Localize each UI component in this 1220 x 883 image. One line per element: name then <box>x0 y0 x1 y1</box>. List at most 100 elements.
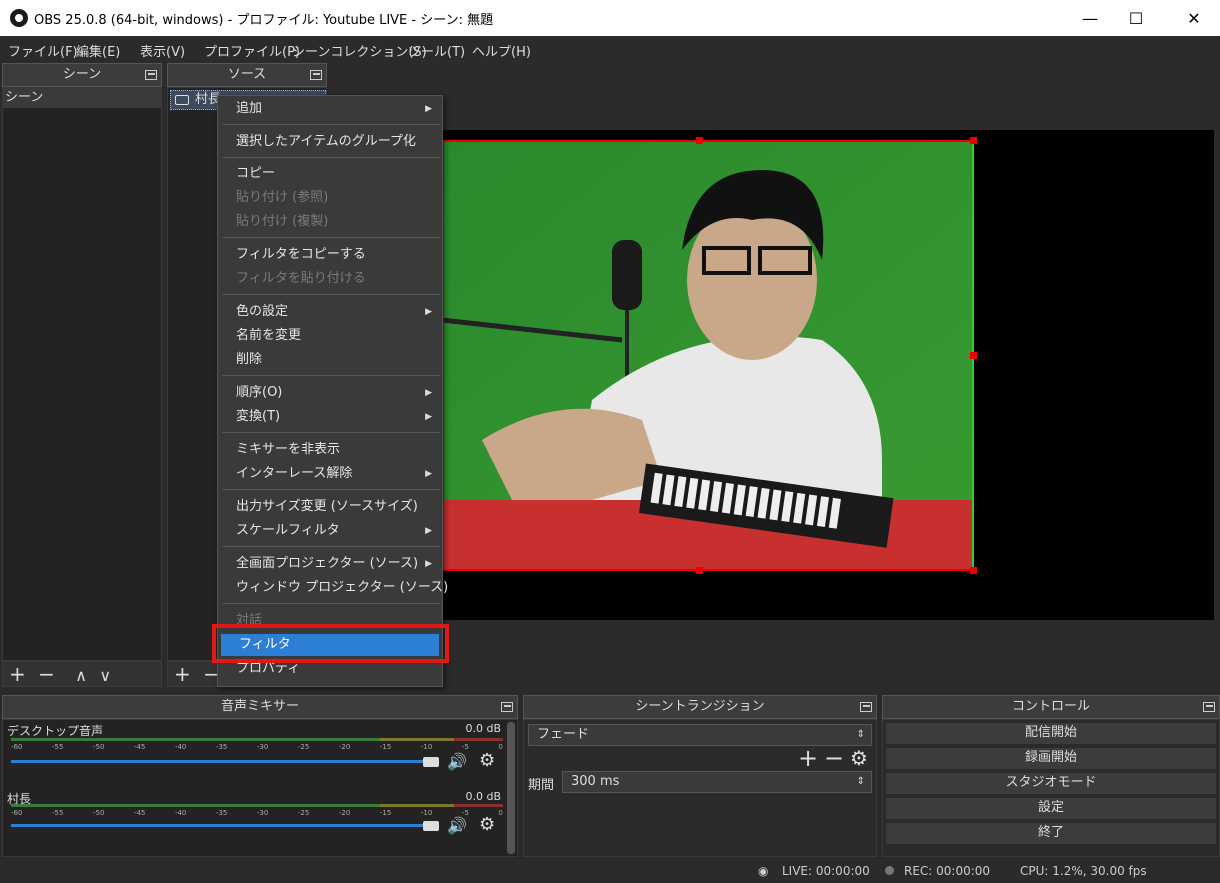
menu-item-resize-output[interactable]: 出力サイズ変更 (ソースサイズ) <box>218 496 442 518</box>
gear-icon[interactable]: ⚙ <box>479 814 495 835</box>
scale-tick: -40 <box>174 743 187 751</box>
volume-slider-knob[interactable] <box>423 821 439 831</box>
context-menu: 追加 ▶ 選択したアイテムのグループ化 コピー 貼り付け (参照) 貼り付け (複… <box>217 95 448 687</box>
add-scene-button[interactable]: + <box>9 662 26 686</box>
mixer-scrollbar[interactable] <box>507 722 515 854</box>
menu-file[interactable]: ファイル(F) <box>8 41 78 60</box>
transition-value: フェード <box>537 727 590 742</box>
scale-tick: -10 <box>420 809 433 817</box>
close-button[interactable]: ✕ <box>1168 0 1220 36</box>
submenu-arrow-icon: ▶ <box>425 559 432 569</box>
submenu-arrow-icon: ▶ <box>425 469 432 479</box>
remove-scene-button[interactable]: − <box>38 662 55 686</box>
scale-tick: -55 <box>51 809 64 817</box>
scale-tick: -15 <box>379 743 392 751</box>
speaker-icon[interactable]: 🔊 <box>447 752 467 771</box>
undock-icon[interactable] <box>145 70 157 80</box>
speaker-icon[interactable]: 🔊 <box>447 816 467 835</box>
undock-icon[interactable] <box>860 702 872 712</box>
menu-item-scale-filter[interactable]: スケールフィルタ ▶ <box>218 520 442 542</box>
menu-label: 順序(O) <box>236 385 283 400</box>
mixer-header: 音声ミキサー <box>2 695 518 719</box>
scene-item[interactable]: シーン <box>3 88 161 108</box>
scenes-title: シーン <box>62 67 102 82</box>
undock-icon[interactable] <box>501 702 513 712</box>
menu-item-color[interactable]: 色の設定 ▶ <box>218 301 442 323</box>
minimize-button[interactable]: — <box>1064 0 1116 36</box>
submenu-arrow-icon: ▶ <box>425 307 432 317</box>
menu-scene-collection[interactable]: シーンコレクション(S) <box>292 41 427 60</box>
menu-item-hide-mixer[interactable]: ミキサーを非表示 <box>218 439 442 461</box>
move-down-icon[interactable]: ∨ <box>99 666 111 685</box>
menu-item-transform[interactable]: 変換(T) ▶ <box>218 406 442 428</box>
scale-tick: -60 <box>11 809 23 817</box>
resize-handle[interactable] <box>970 567 977 574</box>
meter-scale: -60 -55 -50 -45 -40 -35 -30 -25 -20 -15 -10 -5 0 <box>11 743 503 751</box>
submenu-arrow-icon: ▶ <box>425 526 432 536</box>
duration-spinbox[interactable]: 300 ms ⇕ <box>562 771 872 793</box>
resize-handle[interactable] <box>696 137 703 144</box>
audio-mixer-dock: 音声ミキサー デスクトップ音声 0.0 dB -60 -55 -50 -45 -40 -3… <box>2 695 518 860</box>
scale-tick: -15 <box>379 809 392 817</box>
volume-slider-knob[interactable] <box>423 757 439 767</box>
add-source-button[interactable]: + <box>174 662 191 686</box>
maximize-button[interactable]: ☐ <box>1110 0 1162 36</box>
settings-button[interactable]: 設定 <box>885 797 1217 820</box>
broadcast-icon: ◉ <box>758 864 769 878</box>
menu-profile[interactable]: プロファイル(P) <box>204 41 300 60</box>
separator <box>222 375 440 376</box>
remove-transition-button[interactable]: − <box>824 744 844 772</box>
transition-select[interactable]: フェード ⇕ <box>528 724 872 746</box>
separator <box>222 489 440 490</box>
menu-item-copy-filters[interactable]: フィルタをコピーする <box>218 244 442 266</box>
move-up-icon[interactable]: ∧ <box>75 666 87 685</box>
add-transition-button[interactable]: + <box>798 744 818 772</box>
submenu-arrow-icon: ▶ <box>425 412 432 422</box>
menu-help[interactable]: ヘルプ(H) <box>472 41 531 60</box>
menu-item-group[interactable]: 選択したアイテムのグループ化 <box>218 131 442 153</box>
menu-item-fullscreen-projector[interactable]: 全画面プロジェクター (ソース) ▶ <box>218 553 442 575</box>
camera-feed <box>442 140 974 571</box>
scale-tick: -35 <box>215 743 228 751</box>
menu-view[interactable]: 表示(V) <box>140 41 185 60</box>
menu-item-order[interactable]: 順序(O) ▶ <box>218 382 442 404</box>
undock-icon[interactable] <box>1203 702 1215 712</box>
controls-header: コントロール <box>882 695 1220 719</box>
menu-item-rename[interactable]: 名前を変更 <box>218 325 442 347</box>
scale-tick: -25 <box>297 743 310 751</box>
resize-handle[interactable] <box>970 137 977 144</box>
start-recording-button[interactable]: 録画開始 <box>885 747 1217 770</box>
start-streaming-button[interactable]: 配信開始 <box>885 722 1217 745</box>
controls-body: 配信開始 録画開始 スタジオモード 設定 終了 <box>882 719 1220 857</box>
track-db: 0.0 dB <box>465 790 501 803</box>
undock-icon[interactable] <box>310 70 322 80</box>
menu-item-deinterlace[interactable]: インターレース解除 ▶ <box>218 463 442 485</box>
selection-bounds[interactable] <box>442 140 974 571</box>
gear-icon[interactable]: ⚙ <box>850 746 868 770</box>
exit-button[interactable]: 終了 <box>885 822 1217 845</box>
volume-slider[interactable] <box>11 760 437 763</box>
menu-item-copy[interactable]: コピー <box>218 163 442 185</box>
studio-mode-button[interactable]: スタジオモード <box>885 772 1217 795</box>
highlight-box <box>212 624 449 663</box>
separator <box>222 546 440 547</box>
preview-canvas[interactable] <box>330 130 1214 620</box>
menu-tools[interactable]: ツール(T) <box>408 41 465 60</box>
menu-edit[interactable]: 編集(E) <box>76 41 120 60</box>
menu-item-delete[interactable]: 削除 <box>218 349 442 371</box>
spin-arrows-icon[interactable]: ⇕ <box>857 772 865 792</box>
transitions-body: フェード ⇕ + − ⚙ 期間 300 ms ⇕ <box>523 719 877 857</box>
menu-label: 全画面プロジェクター (ソース) <box>236 556 419 571</box>
title-bar: OBS 25.0.8 (64-bit, windows) - プロファイル: Y… <box>0 0 1220 36</box>
resize-handle[interactable] <box>970 352 977 359</box>
menu-label: 追加 <box>236 101 263 116</box>
volume-slider[interactable] <box>11 824 437 827</box>
scenes-header: シーン <box>2 63 162 87</box>
gear-icon[interactable]: ⚙ <box>479 750 495 771</box>
menu-item-add[interactable]: 追加 ▶ <box>218 98 442 120</box>
menu-item-window-projector[interactable]: ウィンドウ プロジェクター (ソース) <box>218 577 448 599</box>
menu-label: インターレース解除 <box>236 466 353 481</box>
resize-handle[interactable] <box>696 567 703 574</box>
obs-logo-icon <box>10 9 28 27</box>
scale-tick: -50 <box>92 809 105 817</box>
